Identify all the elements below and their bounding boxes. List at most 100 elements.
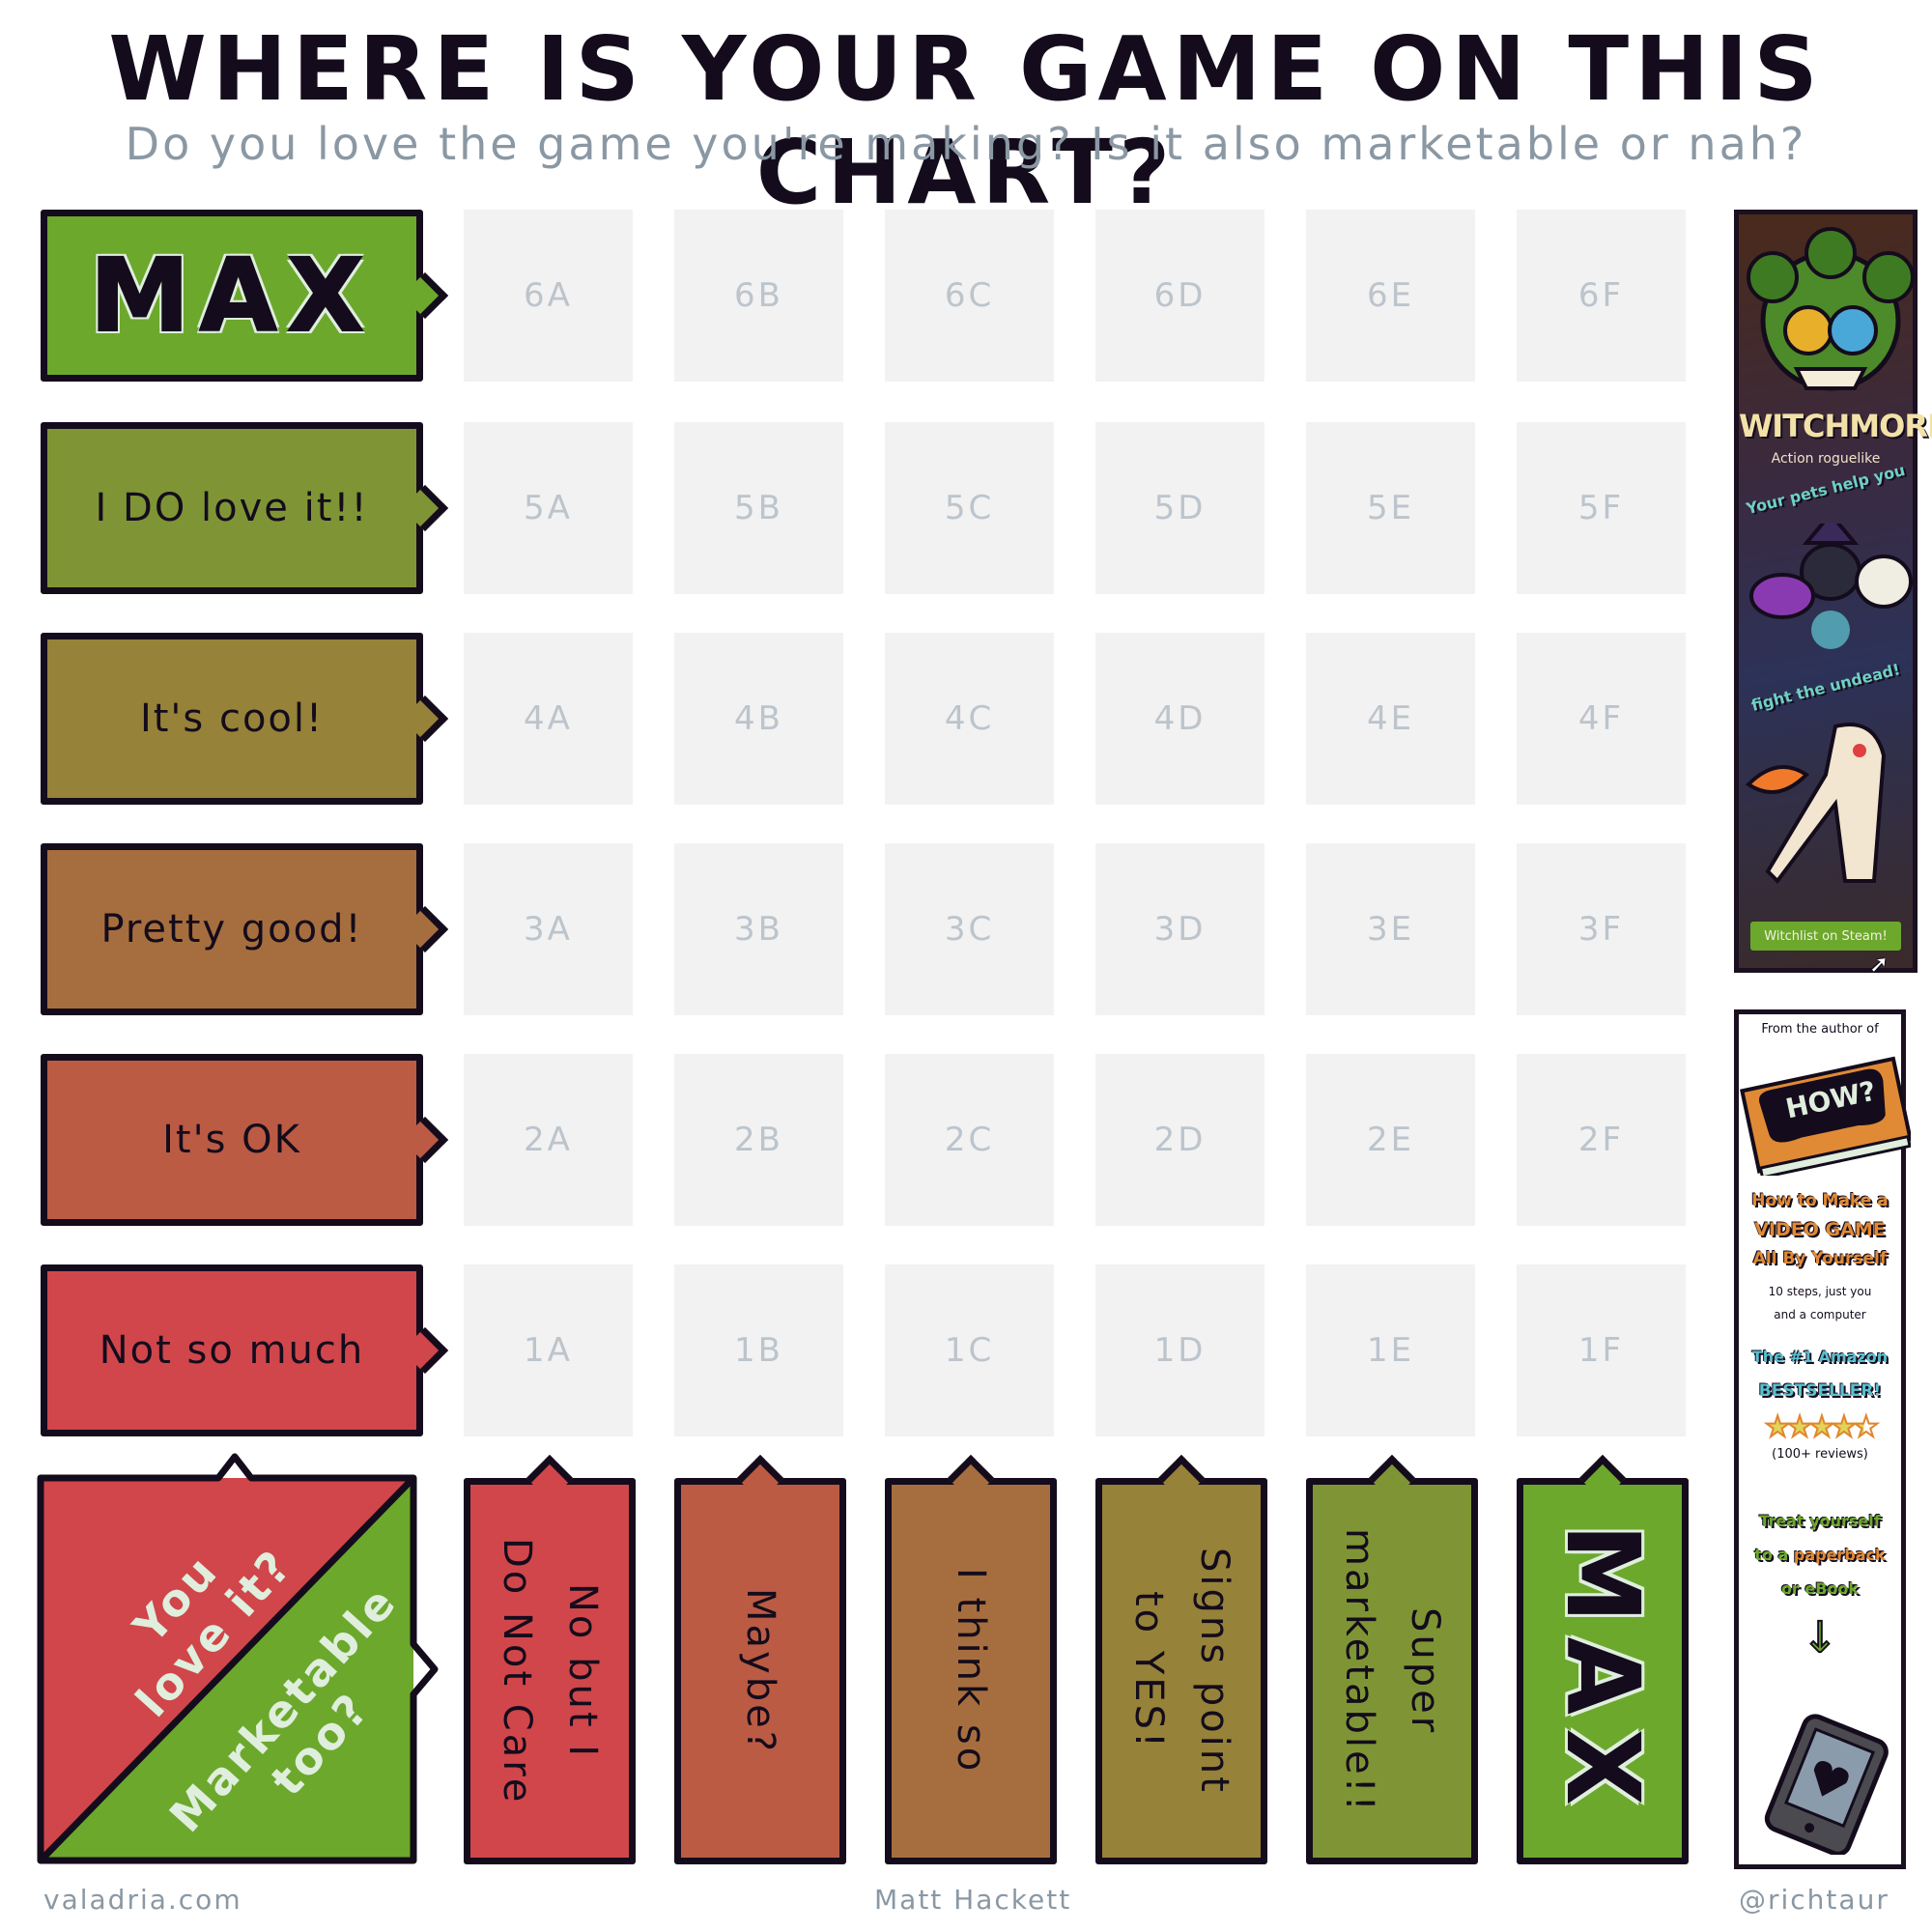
cta-ebook-link[interactable]: or eBook xyxy=(1739,1579,1901,1598)
column-label-d: Signs point to YES! xyxy=(1095,1454,1267,1864)
witchmore-ad[interactable]: WITCHMORE Action roguelike Your pets hel… xyxy=(1734,210,1932,978)
pets-illustration-icon xyxy=(1739,510,1913,659)
grid-cell-6b[interactable]: 6B xyxy=(674,210,843,382)
grid-cell-2d[interactable]: 2D xyxy=(1095,1054,1264,1226)
row-label-6: MAX xyxy=(41,210,449,382)
arrow-down-icon: ↓ xyxy=(1802,1612,1839,1663)
grid-cell-6c[interactable]: 6C xyxy=(885,210,1054,382)
grid-cell-3a[interactable]: 3A xyxy=(464,843,633,1015)
cta-line2: to a paperback xyxy=(1739,1546,1901,1564)
row-pointer-icon xyxy=(401,695,449,743)
column-pointer-icon xyxy=(1157,1454,1206,1502)
column-label-text: Signs point to YES! xyxy=(1126,1548,1236,1795)
cta-paperback-link[interactable]: paperback xyxy=(1794,1546,1886,1564)
grid-cell-6a[interactable]: 6A xyxy=(464,210,633,382)
column-pointer-icon xyxy=(736,1454,784,1502)
axis-corner: You love it? Marketable too? xyxy=(37,1453,439,1864)
grid-cell-1c[interactable]: 1C xyxy=(885,1264,1054,1436)
page-subtitle: Do you love the game you're making? Is i… xyxy=(125,118,1807,170)
grid-cell-6f[interactable]: 6F xyxy=(1517,210,1686,382)
grid-cell-1f[interactable]: 1F xyxy=(1517,1264,1686,1436)
book-intro: From the author of xyxy=(1761,1022,1879,1037)
star-icon: ★ xyxy=(1852,1409,1880,1445)
book-ad[interactable]: From the author of HOW? How to Make a VI… xyxy=(1734,1009,1913,1869)
grid-cell-4a[interactable]: 4A xyxy=(464,633,633,805)
grid-cell-5f[interactable]: 5F xyxy=(1517,422,1686,594)
row-label-1: Not so much xyxy=(41,1264,449,1436)
grid-cell-3c[interactable]: 3C xyxy=(885,843,1054,1015)
cta-line2-prefix: to a xyxy=(1754,1546,1794,1564)
cursor-icon: ➚ xyxy=(1869,951,1889,978)
star-icon: ★ xyxy=(1764,1409,1792,1445)
star-icon: ★ xyxy=(1786,1409,1814,1445)
book-cover-icon: HOW? xyxy=(1739,1045,1913,1179)
grid-cell-3d[interactable]: 3D xyxy=(1095,843,1264,1015)
book-desc-line2: and a computer xyxy=(1774,1308,1866,1321)
column-label-b: Maybe? xyxy=(674,1454,846,1864)
grid-cell-3f[interactable]: 3F xyxy=(1517,843,1686,1015)
bestseller-line1: The #1 Amazon xyxy=(1751,1348,1889,1366)
bestseller-line2: BESTSELLER! xyxy=(1758,1381,1882,1401)
grid-cell-1b[interactable]: 1B xyxy=(674,1264,843,1436)
grid-cell-3e[interactable]: 3E xyxy=(1306,843,1475,1015)
grid-cell-2c[interactable]: 2C xyxy=(885,1054,1054,1226)
column-label-text: No but I Do Not Care xyxy=(495,1537,605,1805)
row-label-3: Pretty good! xyxy=(41,843,449,1015)
column-label-text: I think so xyxy=(949,1568,993,1775)
grid-cell-4c[interactable]: 4C xyxy=(885,633,1054,805)
footer-website-link[interactable]: valadria.com xyxy=(43,1884,242,1916)
star-icon: ★ xyxy=(1830,1409,1858,1445)
grid-cell-5c[interactable]: 5C xyxy=(885,422,1054,594)
grid-cell-5e[interactable]: 5E xyxy=(1306,422,1475,594)
witchmore-tagline-pets: Your pets help you xyxy=(1744,460,1908,519)
grid-cell-5d[interactable]: 5D xyxy=(1095,422,1264,594)
column-label-a: No but I Do Not Care xyxy=(464,1454,636,1864)
row-label-text: It's OK xyxy=(162,1118,301,1162)
grid-cell-5a[interactable]: 5A xyxy=(464,422,633,594)
book-desc-line1: 10 steps, just you xyxy=(1768,1285,1872,1298)
column-label-text: MAX xyxy=(1544,1522,1662,1820)
column-pointer-icon xyxy=(526,1454,574,1502)
grid-cell-2f[interactable]: 2F xyxy=(1517,1054,1686,1226)
grid-cell-4d[interactable]: 4D xyxy=(1095,633,1264,805)
column-label-text: Super marketable!! xyxy=(1337,1528,1447,1814)
grid-cell-3b[interactable]: 3B xyxy=(674,843,843,1015)
row-label-text: It's cool! xyxy=(139,696,325,741)
cta-line1: Treat yourself xyxy=(1759,1512,1881,1530)
column-pointer-icon xyxy=(1368,1454,1416,1502)
grid-cell-1d[interactable]: 1D xyxy=(1095,1264,1264,1436)
grid-cell-4b[interactable]: 4B xyxy=(674,633,843,805)
witchmore-logo: WITCHMORE xyxy=(1739,408,1932,444)
book-title-line2: VIDEO GAME xyxy=(1754,1219,1886,1240)
grid-cell-2b[interactable]: 2B xyxy=(674,1054,843,1226)
grid-cell-2e[interactable]: 2E xyxy=(1306,1054,1475,1226)
row-label-text: Pretty good! xyxy=(100,907,363,952)
monster-illustration-icon xyxy=(1739,224,1915,417)
row-pointer-icon xyxy=(401,484,449,532)
row-label-2: It's OK xyxy=(41,1054,449,1226)
row-label-text: I DO love it!! xyxy=(95,486,369,530)
grid-cell-5b[interactable]: 5B xyxy=(674,422,843,594)
review-count: (100+ reviews) xyxy=(1772,1447,1868,1462)
row-pointer-icon xyxy=(401,905,449,953)
grid-cell-1a[interactable]: 1A xyxy=(464,1264,633,1436)
ereader-icon xyxy=(1739,1710,1901,1857)
row-pointer-icon xyxy=(401,1326,449,1375)
row-label-text: Not so much xyxy=(99,1328,365,1373)
column-label-f: MAX xyxy=(1517,1454,1689,1864)
grid-cell-6e[interactable]: 6E xyxy=(1306,210,1475,382)
witchlist-steam-button[interactable]: Witchlist on Steam! xyxy=(1750,922,1901,951)
column-label-c: I think so xyxy=(885,1454,1057,1864)
grid-cell-4f[interactable]: 4F xyxy=(1517,633,1686,805)
skeleton-illustration-icon xyxy=(1739,707,1913,900)
book-title-line3: All By Yourself xyxy=(1752,1249,1888,1268)
row-pointer-icon xyxy=(401,1116,449,1164)
star-rating: ★★★★★ xyxy=(1739,1409,1901,1445)
grid-cell-2a[interactable]: 2A xyxy=(464,1054,633,1226)
grid-cell-4e[interactable]: 4E xyxy=(1306,633,1475,805)
grid-cell-1e[interactable]: 1E xyxy=(1306,1264,1475,1436)
grid-cell-6d[interactable]: 6D xyxy=(1095,210,1264,382)
footer-handle-link[interactable]: @richtaur xyxy=(1739,1884,1889,1916)
column-label-text: Maybe? xyxy=(738,1588,782,1754)
row-pointer-icon xyxy=(401,271,449,320)
